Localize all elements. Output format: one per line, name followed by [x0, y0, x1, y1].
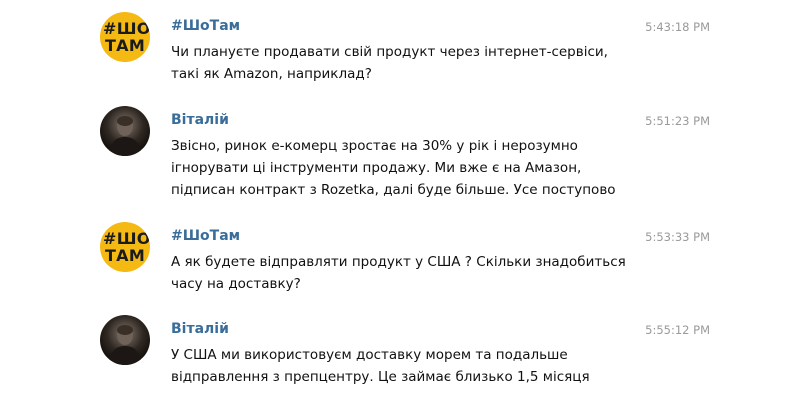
- message-time: 5:43:18 PM: [645, 20, 710, 34]
- avatar-logo-line: #ШО: [103, 19, 150, 38]
- message-item: Віталій 5:51:23 PM Звісно, ринок е-комер…: [0, 106, 800, 206]
- message-text-line: підписан контракт з Rozetka, далі буде б…: [171, 182, 616, 198]
- message-time: 5:53:33 PM: [645, 230, 710, 244]
- message-text: У США ми використовуєм доставку морем та…: [171, 344, 641, 388]
- message-text-line: такі як Amazon, наприклад?: [171, 66, 372, 82]
- avatar-logo-text: #ШО ТАМ: [103, 229, 150, 265]
- message-text-line: відправлення з препцентру. Це займає бли…: [171, 369, 590, 385]
- user-photo-icon: [108, 325, 142, 365]
- message-author[interactable]: #ШоТам: [171, 227, 240, 245]
- avatar-shotam[interactable]: #ШО ТАМ: [100, 12, 150, 62]
- message-author[interactable]: #ШоТам: [171, 17, 240, 35]
- avatar-logo-line: #ШО: [103, 229, 150, 248]
- message-item: #ШО ТАМ #ШоТам 5:43:18 PM Чи плануєте пр…: [0, 12, 800, 92]
- avatar-logo-line: ТАМ: [104, 246, 146, 265]
- message-text: Чи плануєте продавати свій продукт через…: [171, 41, 641, 85]
- message-author[interactable]: Віталій: [171, 320, 229, 338]
- message-time: 5:51:23 PM: [645, 114, 710, 128]
- message-text: Звісно, ринок е-комерц зростає на 30% у …: [171, 135, 641, 201]
- avatar-vitalii[interactable]: [100, 315, 150, 365]
- message-text-line: Звісно, ринок е-комерц зростає на 30% у …: [171, 138, 578, 154]
- avatar-logo-line: ТАМ: [104, 36, 146, 55]
- message-text-line: А як будете відправляти продукт у США ? …: [171, 254, 626, 270]
- message-time: 5:55:12 PM: [645, 323, 710, 337]
- message-author[interactable]: Віталій: [171, 111, 229, 129]
- message-item: Віталій 5:55:12 PM У США ми використовує…: [0, 315, 800, 395]
- message-text-line: Чи плануєте продавати свій продукт через…: [171, 44, 608, 60]
- avatar-vitalii[interactable]: [100, 106, 150, 156]
- avatar-logo-text: #ШО ТАМ: [103, 19, 150, 55]
- avatar-shotam[interactable]: #ШО ТАМ: [100, 222, 150, 272]
- message-text-line: ігнорувати ці інструменти продажу. Ми вж…: [171, 160, 582, 176]
- message-text: А як будете відправляти продукт у США ? …: [171, 251, 641, 295]
- message-text-line: часу на доставку?: [171, 276, 301, 292]
- chat-history: #ШО ТАМ #ШоТам 5:43:18 PM Чи плануєте пр…: [0, 0, 800, 403]
- message-item: #ШО ТАМ #ШоТам 5:53:33 PM А як будете ві…: [0, 222, 800, 302]
- message-text-line: У США ми використовуєм доставку морем та…: [171, 347, 568, 363]
- user-photo-icon: [108, 116, 142, 156]
